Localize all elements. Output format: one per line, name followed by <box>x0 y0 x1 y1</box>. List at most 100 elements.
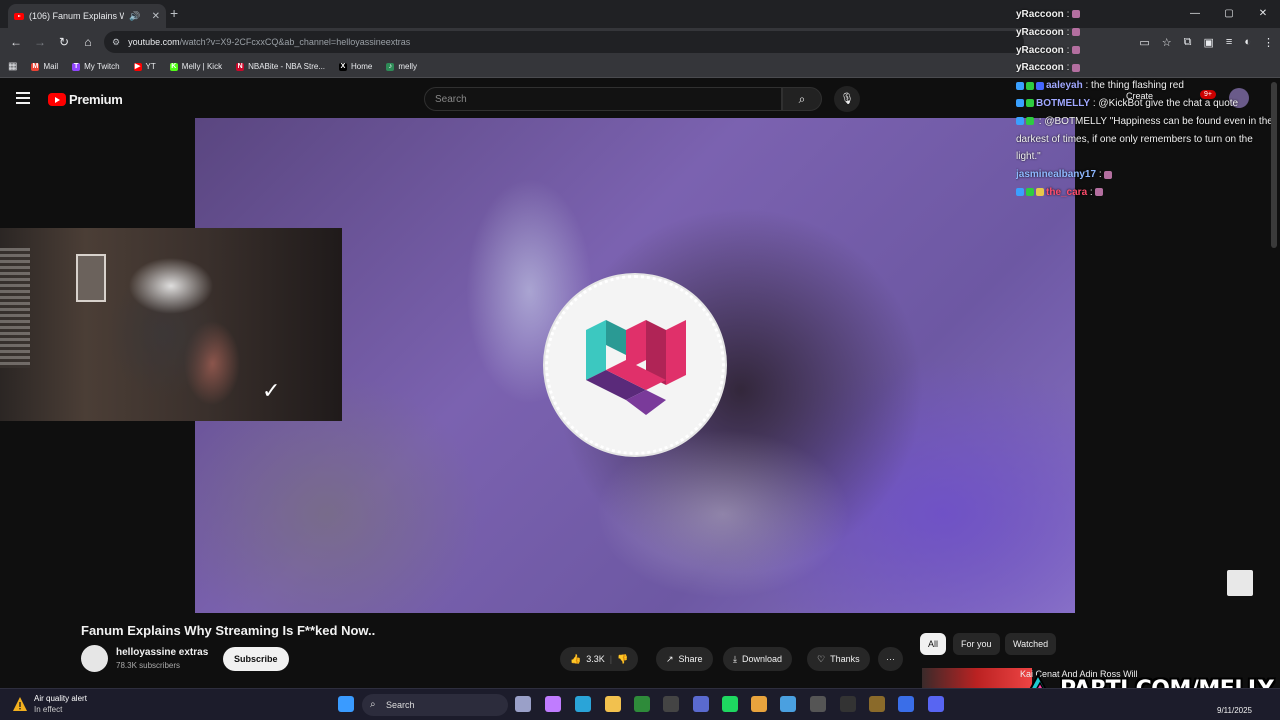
app-icon[interactable] <box>869 696 885 712</box>
dislike-icon[interactable]: 👎 <box>617 647 628 671</box>
media-player-icon[interactable] <box>810 696 826 712</box>
windows-start-icon[interactable] <box>338 696 354 712</box>
chrome-icon[interactable] <box>751 696 767 712</box>
channel-watermark-icon[interactable] <box>1227 570 1253 596</box>
warning-icon <box>13 697 27 711</box>
chat-username[interactable]: yRaccoon <box>1016 62 1064 73</box>
tab-youtube[interactable]: (106) Fanum Explains Why 🔊 ✕ <box>8 4 166 28</box>
channel-name[interactable]: helloyassine extras <box>116 647 208 658</box>
reload-button[interactable]: ↻ <box>52 35 76 49</box>
file-explorer-icon[interactable] <box>605 696 621 712</box>
bookmark-item[interactable]: ▶ YT <box>133 62 156 71</box>
bookmark-item[interactable]: ♪ melly <box>386 62 417 71</box>
like-count[interactable]: 3.3K <box>586 647 605 671</box>
close-tab-icon[interactable]: ✕ <box>152 11 160 22</box>
weather-widget[interactable]: Air quality alert In effect <box>12 693 87 715</box>
window-blinds <box>0 248 30 368</box>
like-dislike-group: 👍 3.3K | 👎 <box>560 647 639 671</box>
channel-avatar[interactable] <box>81 645 108 672</box>
share-label: Share <box>678 654 703 664</box>
like-icon[interactable]: 👍 <box>570 647 581 671</box>
apps-grid-icon[interactable]: ▦ <box>8 61 17 72</box>
chip-watched[interactable]: Watched <box>1005 633 1057 655</box>
search-input[interactable]: Search <box>424 87 782 111</box>
edge-icon[interactable] <box>575 696 591 712</box>
more-actions-button[interactable]: ··· <box>878 647 903 671</box>
task-view-icon[interactable] <box>515 696 531 712</box>
taskbar-search-label: Search <box>386 700 415 710</box>
bookmark-item[interactable]: K Melly | Kick <box>169 62 222 71</box>
chat-username[interactable]: the_cara <box>1046 187 1087 198</box>
chat-message: yRaccoon : <box>1016 24 1278 42</box>
discord-icon[interactable] <box>928 696 944 712</box>
new-tab-button[interactable]: + <box>170 5 178 21</box>
home-button[interactable]: ⌂ <box>76 35 100 49</box>
speaker-icon[interactable]: 🔊 <box>129 11 140 22</box>
chat-username[interactable]: jasminealbany17 <box>1016 169 1096 180</box>
chip-all[interactable]: All <box>920 633 947 655</box>
chat-username[interactable]: BOTMELLY <box>1036 98 1090 109</box>
download-button[interactable]: ⤓ Download <box>723 647 793 671</box>
bookmark-list: M Mail T My Twitch ▶ YT K Melly | Kick N NBABite … <box>31 62 417 71</box>
chat-message: yRaccoon : <box>1016 6 1278 24</box>
chat-badge-icon <box>1026 81 1034 90</box>
bookmark-favicon-icon: M <box>31 62 40 71</box>
streamlabs-icon[interactable] <box>840 696 856 712</box>
scrollbar[interactable] <box>1271 82 1277 248</box>
bookmark-item[interactable]: N NBABite - NBA Stre... <box>236 62 325 71</box>
chat-separator: : <box>1096 169 1105 181</box>
chat-username[interactable]: yRaccoon <box>1016 27 1064 38</box>
bookmark-label: melly <box>398 62 418 71</box>
bookmark-label: NBABite - NBA Stre... <box>248 62 326 71</box>
system-tray-clock[interactable]: 9/11/2025 <box>1170 693 1252 717</box>
address-bar[interactable]: ⚙ youtube.com/watch?v=X9-2CFcxxCQ&ab_cha… <box>104 31 1024 53</box>
url-host: youtube.com <box>128 37 180 47</box>
taskbar-search[interactable]: ⌕ Search <box>362 694 508 716</box>
recommendation-thumbnail[interactable] <box>922 668 1032 688</box>
video-title: Fanum Explains Why Streaming Is F**ked N… <box>81 623 376 638</box>
subscribe-button[interactable]: Subscribe <box>223 647 289 671</box>
chat-separator: : <box>1087 186 1096 198</box>
subscriber-count: 78.3K subscribers <box>116 661 181 670</box>
chip-for-you[interactable]: For you <box>953 633 1000 655</box>
chat-separator: : <box>1063 62 1073 74</box>
chat-username[interactable]: yRaccoon <box>1016 9 1064 20</box>
roblox-icon[interactable] <box>898 696 914 712</box>
taskbar-date: 9/11/2025 <box>1217 706 1252 715</box>
photos-icon[interactable] <box>780 696 796 712</box>
bookmark-item[interactable]: T My Twitch <box>72 62 120 71</box>
chat-message: yRaccoon : <box>1016 42 1278 60</box>
chat-badge-icon <box>1016 188 1024 197</box>
spotify-icon[interactable] <box>722 696 738 712</box>
chat-separator: : <box>1063 26 1073 38</box>
chat-username[interactable]: yRaccoon <box>1016 45 1064 56</box>
chat-badge-icon <box>1036 188 1044 197</box>
youtube-favicon-icon <box>14 12 24 20</box>
chat-message: aaleyah : the thing flashing red <box>1016 77 1278 95</box>
chat-badge-icon <box>1036 81 1044 90</box>
bookmark-label: My Twitch <box>84 62 120 71</box>
youtube-logo-icon[interactable] <box>48 93 66 106</box>
chat-message: BOTMELLY : @KickBot give the chat a quot… <box>1016 95 1278 113</box>
obs-icon[interactable] <box>663 696 679 712</box>
thanks-button[interactable]: ♡ Thanks <box>807 647 870 671</box>
copilot-icon[interactable] <box>545 696 561 712</box>
site-info-icon[interactable]: ⚙ <box>112 37 120 48</box>
chat-username[interactable]: aaleyah <box>1046 80 1083 91</box>
chat-emote-icon <box>1095 188 1104 197</box>
hamburger-menu-icon[interactable] <box>16 92 30 104</box>
back-button[interactable]: ← <box>4 35 28 49</box>
chat-emote-icon <box>1104 170 1113 179</box>
chat-emote-icon <box>1072 63 1081 72</box>
bookmark-item[interactable]: M Mail <box>31 62 58 71</box>
store-icon[interactable] <box>693 696 709 712</box>
bookmark-item[interactable]: X Home <box>339 62 372 71</box>
share-button[interactable]: ↗ Share <box>656 647 713 671</box>
chat-emote-icon <box>1072 28 1081 37</box>
xbox-icon[interactable] <box>634 696 650 712</box>
microphone-icon[interactable]: 🎙 <box>834 86 860 112</box>
youtube-premium-label[interactable]: Premium <box>69 92 123 107</box>
forward-button[interactable]: → <box>28 35 52 49</box>
search-icon[interactable]: ⌕ <box>782 87 822 111</box>
thanks-label: Thanks <box>830 654 860 664</box>
